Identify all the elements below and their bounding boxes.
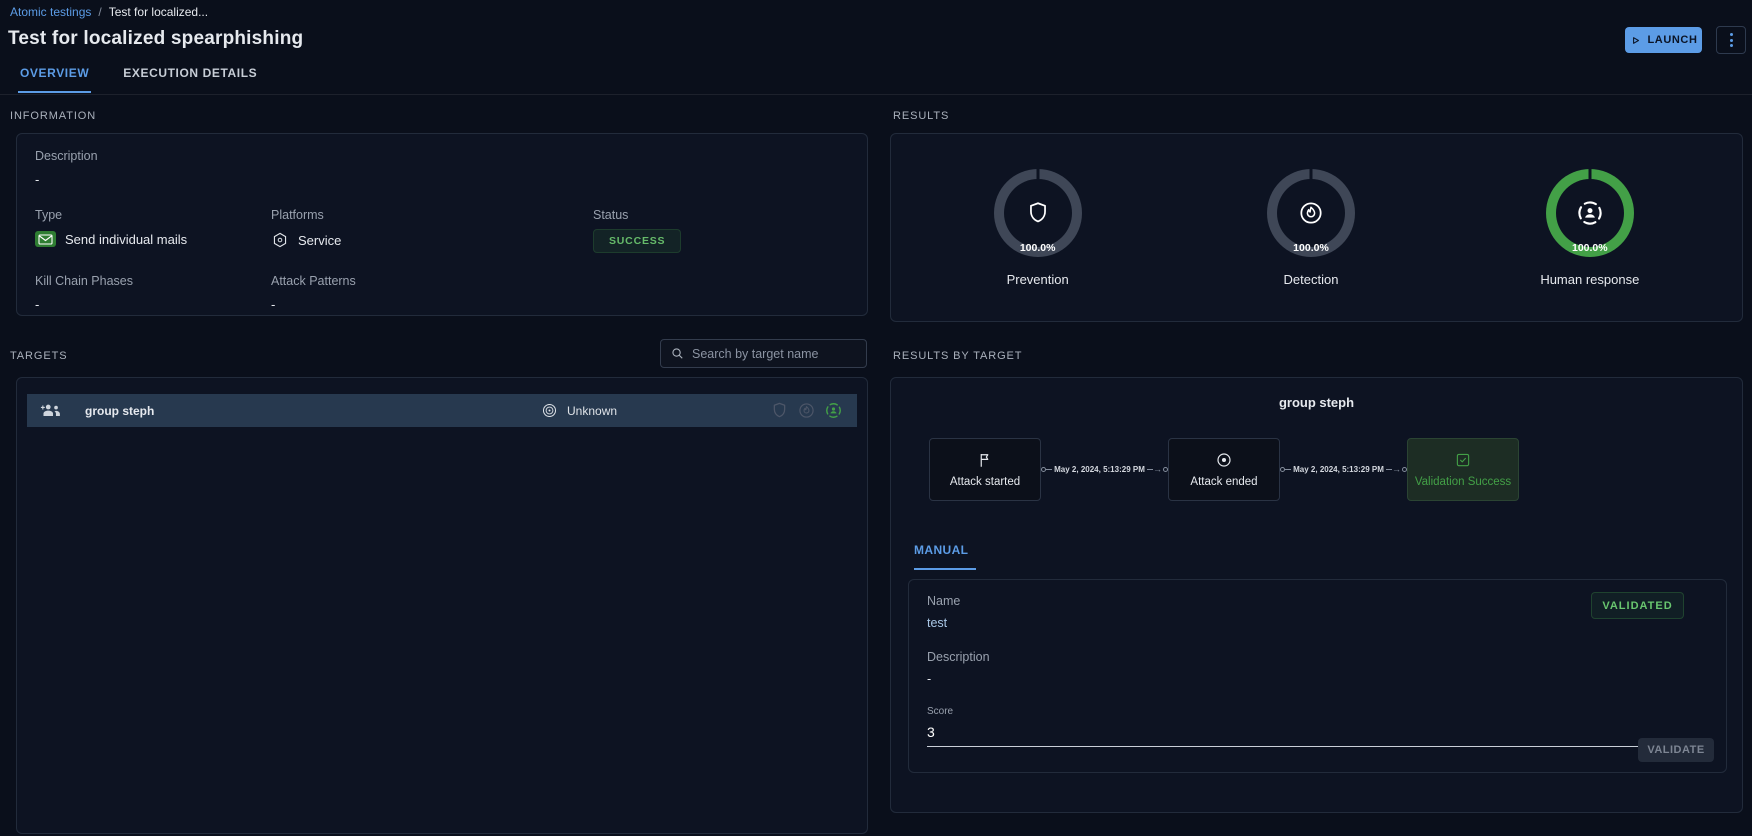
validation-icon bbox=[1454, 451, 1472, 469]
timeline-connector: May 2, 2024, 5:13:29 PM → bbox=[1041, 465, 1168, 474]
timeline-date: May 2, 2024, 5:13:29 PM bbox=[1054, 465, 1145, 474]
attack-patterns-field: Attack Patterns - bbox=[271, 274, 593, 312]
kill-chain-field: Kill Chain Phases - bbox=[35, 274, 271, 312]
tab-bar: OVERVIEW EXECUTION DETAILS bbox=[18, 66, 259, 93]
human-response-icon bbox=[1575, 198, 1605, 228]
type-field: Type Send individual mails bbox=[35, 208, 271, 253]
human-response-gauge: 100.0% Human response bbox=[1540, 169, 1639, 287]
concentric-circles-icon bbox=[541, 402, 558, 419]
detection-icon bbox=[797, 401, 816, 420]
detection-score: 100.0% bbox=[1293, 242, 1329, 254]
launch-button[interactable]: LAUNCH bbox=[1625, 27, 1702, 53]
more-options-button[interactable] bbox=[1716, 26, 1746, 54]
breadcrumb: Atomic testings / Test for localized... bbox=[10, 5, 208, 19]
information-section-title: INFORMATION bbox=[10, 110, 96, 122]
attack-patterns-value: - bbox=[271, 297, 593, 312]
attack-timeline: Attack started May 2, 2024, 5:13:29 PM →… bbox=[929, 438, 1519, 501]
page-title: Test for localized spearphishing bbox=[8, 28, 303, 50]
targets-panel: group steph Unknown bbox=[16, 377, 868, 834]
play-icon bbox=[1629, 34, 1642, 47]
search-icon bbox=[670, 346, 685, 361]
launch-button-label: LAUNCH bbox=[1647, 34, 1697, 46]
timeline-step-attack-started: Attack started bbox=[929, 438, 1041, 501]
timeline-step-label: Attack started bbox=[950, 476, 1020, 488]
human-response-label: Human response bbox=[1540, 272, 1639, 287]
timeline-step-attack-ended: Attack ended bbox=[1168, 438, 1280, 501]
tab-execution-details[interactable]: EXECUTION DETAILS bbox=[121, 66, 259, 93]
breadcrumb-atomic-testings-link[interactable]: Atomic testings bbox=[10, 5, 91, 19]
target-search-input[interactable] bbox=[692, 347, 857, 361]
timeline-connector: May 2, 2024, 5:13:29 PM → bbox=[1280, 465, 1407, 474]
arrow-right-icon: → bbox=[1153, 465, 1162, 474]
expectation-description-value: - bbox=[927, 672, 1708, 686]
status-label: Status bbox=[593, 208, 849, 222]
platforms-label: Platforms bbox=[271, 208, 593, 222]
timeline-date: May 2, 2024, 5:13:29 PM bbox=[1293, 465, 1384, 474]
timeline-step-label: Validation Success bbox=[1415, 476, 1511, 488]
expectation-description-label: Description bbox=[927, 650, 1708, 664]
breadcrumb-separator: / bbox=[98, 5, 101, 19]
timeline-step-validation-success: Validation Success bbox=[1407, 438, 1519, 501]
tab-bar-divider bbox=[0, 94, 1752, 95]
results-by-target-group-title: group steph bbox=[891, 395, 1742, 410]
expectation-name-value: test bbox=[927, 616, 1708, 630]
target-row[interactable]: group steph Unknown bbox=[27, 394, 857, 427]
shield-icon bbox=[1025, 200, 1051, 226]
prevention-gauge: 100.0% Prevention bbox=[994, 169, 1082, 287]
target-icon bbox=[1215, 451, 1233, 469]
attack-patterns-label: Attack Patterns bbox=[271, 274, 593, 288]
detection-gauge: 100.0% Detection bbox=[1267, 169, 1355, 287]
tab-overview[interactable]: OVERVIEW bbox=[18, 66, 91, 93]
prevention-score: 100.0% bbox=[1020, 242, 1056, 254]
score-label: Score bbox=[927, 706, 1708, 717]
targets-section-title: TARGETS bbox=[10, 350, 67, 362]
shield-icon bbox=[770, 401, 789, 420]
type-label: Type bbox=[35, 208, 271, 222]
prevention-label: Prevention bbox=[1007, 272, 1069, 287]
target-search bbox=[660, 339, 867, 368]
group-icon bbox=[40, 403, 62, 418]
type-value: Send individual mails bbox=[65, 232, 187, 247]
detection-icon bbox=[1297, 199, 1325, 227]
tab-manual[interactable]: MANUAL bbox=[914, 543, 976, 570]
status-field: Status SUCCESS bbox=[593, 208, 849, 253]
platforms-field: Platforms Service bbox=[271, 208, 593, 253]
kill-chain-value: - bbox=[35, 297, 271, 312]
description-field: Description - bbox=[35, 149, 849, 187]
human-response-score: 100.0% bbox=[1572, 242, 1608, 254]
human-response-icon bbox=[824, 401, 843, 420]
platforms-value: Service bbox=[298, 233, 341, 248]
arrow-right-icon: → bbox=[1392, 465, 1401, 474]
description-value: - bbox=[35, 172, 849, 187]
timeline-step-label: Attack ended bbox=[1190, 476, 1257, 488]
mail-icon bbox=[35, 231, 56, 247]
flag-icon bbox=[976, 451, 994, 469]
description-label: Description bbox=[35, 149, 849, 163]
results-by-target-section-title: RESULTS BY TARGET bbox=[893, 350, 1022, 362]
score-input[interactable] bbox=[927, 719, 1708, 747]
validate-button[interactable]: VALIDATE bbox=[1638, 738, 1714, 762]
target-name: group steph bbox=[85, 404, 154, 418]
detection-label: Detection bbox=[1284, 272, 1339, 287]
results-panel: 100.0% Prevention 100.0% Detection 100.0… bbox=[890, 133, 1743, 322]
target-result-label: Unknown bbox=[567, 404, 617, 418]
breadcrumb-current: Test for localized... bbox=[109, 5, 208, 19]
kill-chain-label: Kill Chain Phases bbox=[35, 274, 271, 288]
validated-badge: VALIDATED bbox=[1591, 592, 1684, 619]
results-by-target-panel: group steph Attack started May 2, 2024, … bbox=[890, 377, 1743, 813]
hexagon-icon bbox=[271, 231, 289, 249]
results-section-title: RESULTS bbox=[893, 110, 949, 122]
status-badge: SUCCESS bbox=[593, 229, 681, 253]
expectation-card: Name test VALIDATED Description - Score … bbox=[908, 579, 1727, 773]
information-panel: Description - Type Send individual mails… bbox=[16, 133, 868, 316]
